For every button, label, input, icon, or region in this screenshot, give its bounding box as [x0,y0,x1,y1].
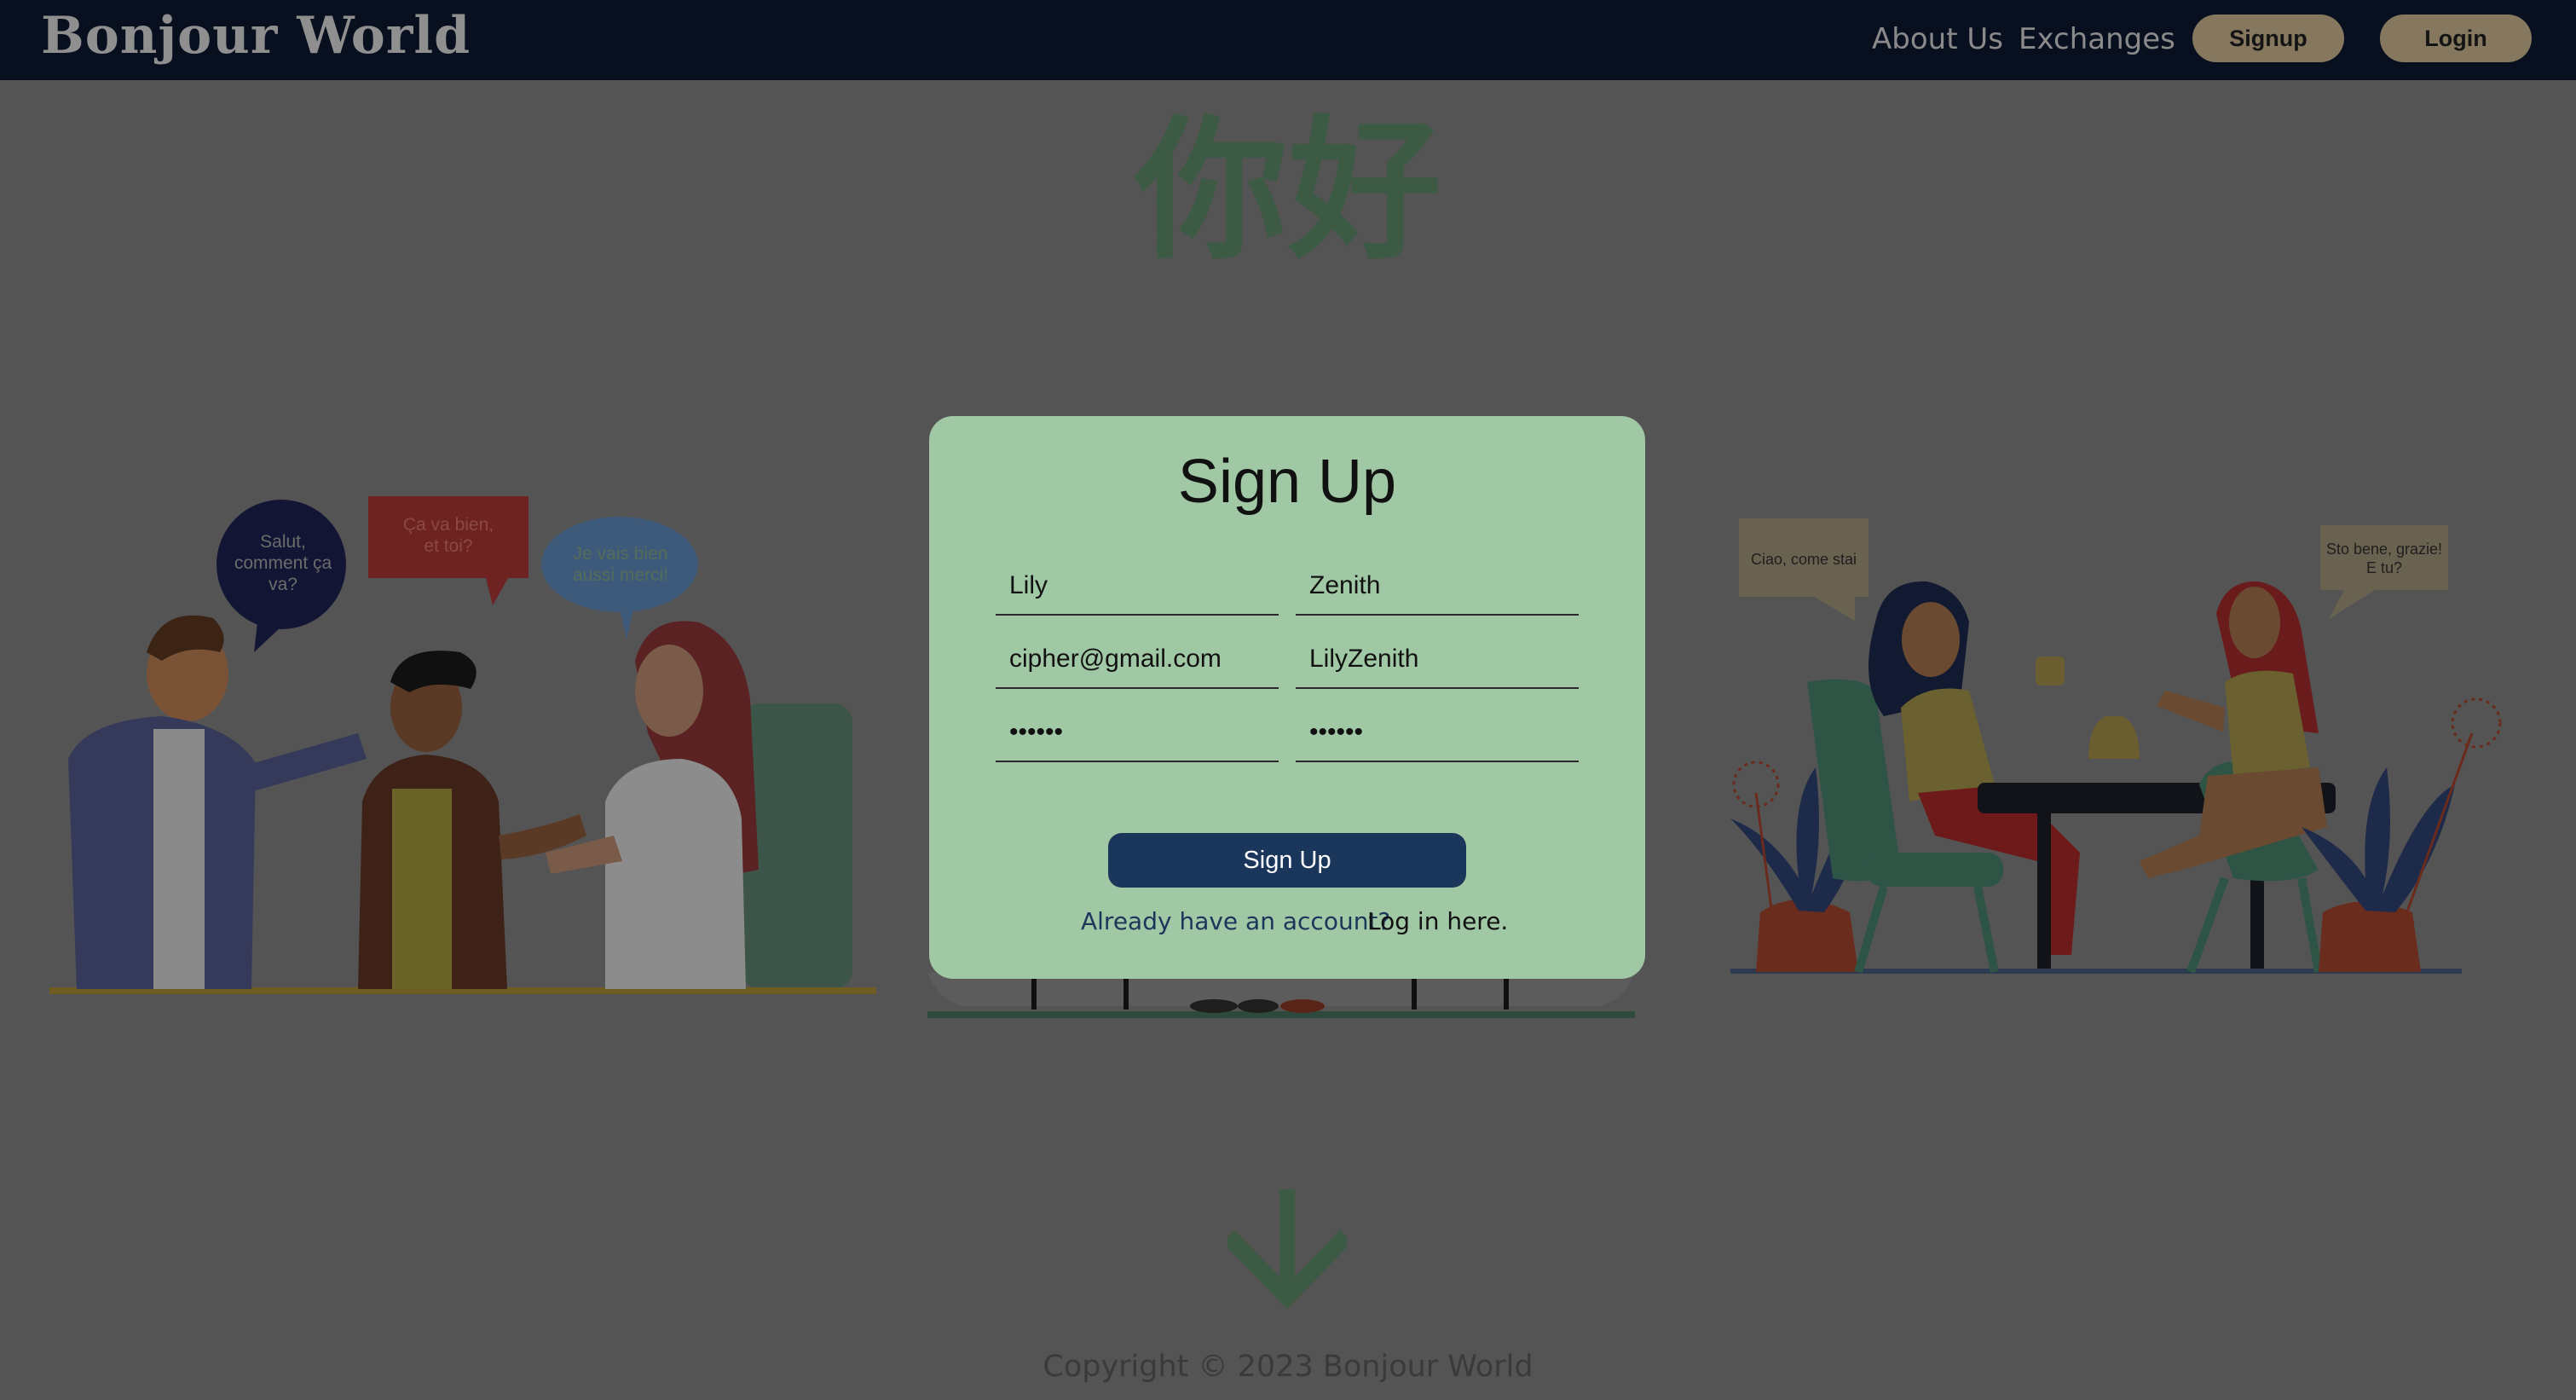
left-conversation-illustration: Salut, comment ça va? Ça va bien, et toi? J… [49,496,876,994]
login-here-link[interactable]: Log in here. [1367,902,1508,941]
username-input[interactable] [1296,631,1579,689]
first-name-input[interactable] [996,558,1279,616]
hero-greeting: 你好 [1134,102,1441,281]
signup-modal: Sign Up Sign Up Already have an account?… [929,416,1645,979]
password-input[interactable] [996,704,1279,762]
login-button[interactable]: Login [2380,14,2532,62]
email-input[interactable] [996,631,1279,689]
already-have-account-text: Already have an account? [1081,907,1391,935]
last-name-input[interactable] [1296,558,1579,616]
bubble-text-ciao: Ciao, come stai [1751,551,1857,568]
nav-link-exchanges[interactable]: Exchanges [2019,19,2175,60]
right-cafe-illustration: Ciao, come stai Sto bene, grazie! E tu? [1730,518,2502,974]
footer-copyright: Copyright © 2023 Bonjour World [1043,1350,1533,1384]
brand-logo[interactable]: Bonjour World [41,2,471,70]
confirm-password-input[interactable] [1296,704,1579,762]
scroll-down-arrow-icon[interactable] [1227,1189,1347,1313]
top-navbar: Bonjour World About Us Exchanges Signup … [0,0,2576,80]
center-illustration [927,972,1635,1018]
signup-submit-button[interactable]: Sign Up [1108,833,1466,888]
signup-button[interactable]: Signup [2192,14,2344,62]
nav-link-about-us[interactable]: About Us [1872,19,2003,60]
modal-title: Sign Up [1177,448,1397,516]
